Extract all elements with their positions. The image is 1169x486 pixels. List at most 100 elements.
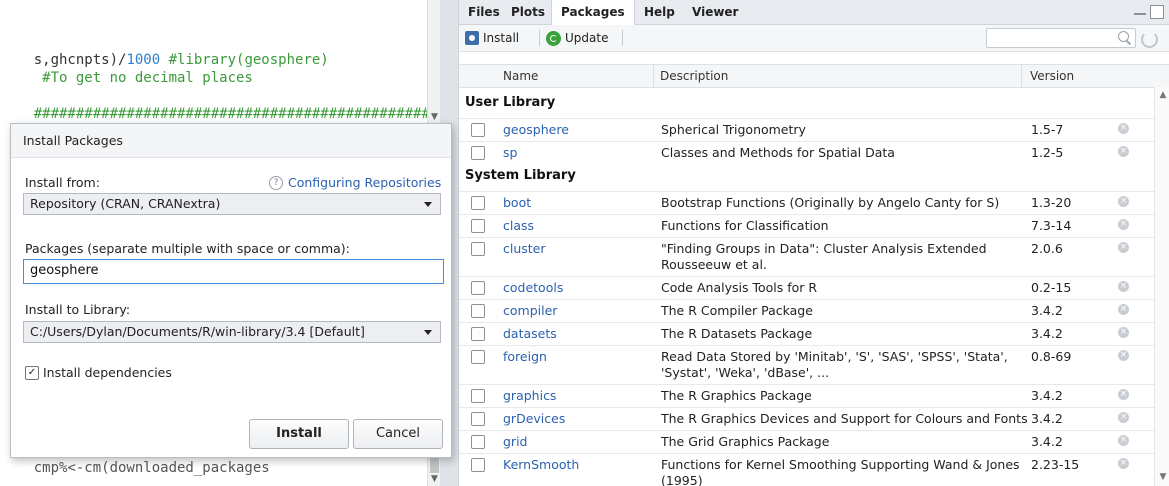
column-name-header[interactable]: Name: [503, 65, 538, 87]
remove-package-icon[interactable]: ×: [1118, 219, 1129, 230]
table-row[interactable]: geosphere Spherical Trigonometry 1.5-7 ×: [459, 118, 1154, 142]
table-row[interactable]: sp Classes and Methods for Spatial Data 1.…: [459, 141, 1154, 165]
column-version-header[interactable]: Version: [1021, 65, 1074, 87]
package-checkbox[interactable]: [471, 123, 485, 137]
code-text: cmp%<-cm(downloaded_packages: [33, 460, 270, 476]
package-name-link[interactable]: sp: [503, 145, 517, 160]
install-button-dialog[interactable]: Install: [249, 419, 349, 449]
library-select[interactable]: C:/Users/Dylan/Documents/R/win-library/3…: [23, 321, 441, 343]
cancel-button[interactable]: Cancel: [353, 419, 443, 449]
table-row[interactable]: grid The Grid Graphics Package 3.4.2 ×: [459, 430, 1154, 454]
table-row[interactable]: cluster "Finding Groups in Data": Cluster…: [459, 237, 1154, 277]
remove-package-icon[interactable]: ×: [1118, 458, 1129, 469]
package-description: Spherical Trigonometry: [661, 122, 806, 137]
package-checkbox[interactable]: [471, 146, 485, 160]
package-checkbox[interactable]: [471, 458, 485, 472]
package-checkbox[interactable]: [471, 196, 485, 210]
column-description-header[interactable]: Description: [653, 65, 728, 87]
scroll-down-icon[interactable]: ▼: [428, 112, 440, 122]
package-name-link[interactable]: datasets: [503, 326, 557, 341]
package-description: Code Analysis Tools for R: [661, 280, 818, 295]
package-search-input[interactable]: [986, 28, 1136, 48]
install-to-library-label: Install to Library:: [25, 302, 131, 317]
package-version: 3.4.2: [1031, 434, 1063, 449]
package-checkbox[interactable]: [471, 242, 485, 256]
remove-package-icon[interactable]: ×: [1118, 350, 1129, 361]
package-name-link[interactable]: compiler: [503, 303, 557, 318]
install-from-label: Install from:: [25, 175, 100, 190]
package-name-link[interactable]: class: [503, 218, 534, 233]
remove-package-icon[interactable]: ×: [1118, 146, 1129, 157]
package-name-link[interactable]: boot: [503, 195, 531, 210]
remove-package-icon[interactable]: ×: [1118, 412, 1129, 423]
remove-package-icon[interactable]: ×: [1118, 196, 1129, 207]
scroll-down-icon[interactable]: ▼: [428, 474, 440, 484]
table-row[interactable]: foreign Read Data Stored by 'Minitab', 'S…: [459, 345, 1154, 385]
table-scrollbar[interactable]: ▲ ▼: [1154, 87, 1169, 486]
table-row[interactable]: compiler The R Compiler Package 3.4.2 ×: [459, 299, 1154, 323]
package-name-link[interactable]: grDevices: [503, 411, 565, 426]
tab-packages[interactable]: Packages: [551, 0, 635, 25]
tab-plots[interactable]: Plots: [502, 0, 554, 24]
package-checkbox[interactable]: [471, 412, 485, 426]
remove-package-icon[interactable]: ×: [1118, 123, 1129, 134]
config-link-text[interactable]: Configuring Repositories: [288, 175, 441, 190]
tab-viewer[interactable]: Viewer: [683, 0, 747, 24]
package-description: The R Graphics Devices and Support for C…: [661, 411, 1028, 426]
package-name-link[interactable]: grid: [503, 434, 527, 449]
table-row[interactable]: class Functions for Classification 7.3-14 ×: [459, 214, 1154, 238]
package-version: 1.3-20: [1031, 195, 1072, 210]
maximize-icon[interactable]: [1150, 5, 1164, 19]
table-row[interactable]: KernSmooth Functions for Kernel Smoothing…: [459, 453, 1154, 486]
package-name-link[interactable]: foreign: [503, 349, 547, 364]
remove-package-icon[interactable]: ×: [1118, 281, 1129, 292]
table-row[interactable]: codetools Code Analysis Tools for R 0.2-15…: [459, 276, 1154, 300]
toolbar-divider: [622, 30, 623, 46]
remove-package-icon[interactable]: ×: [1118, 304, 1129, 315]
package-version: 2.0.6: [1031, 241, 1063, 256]
packages-input[interactable]: geosphere: [23, 259, 444, 284]
update-button[interactable]: Update: [546, 29, 608, 47]
package-description: The R Datasets Package: [661, 326, 813, 341]
install-dependencies-checkbox[interactable]: ✓ Install dependencies: [25, 365, 172, 380]
package-checkbox[interactable]: [471, 281, 485, 295]
package-checkbox[interactable]: [471, 435, 485, 449]
library-group-header: System Library: [465, 168, 576, 183]
remove-package-icon[interactable]: ×: [1118, 389, 1129, 400]
table-row[interactable]: boot Bootstrap Functions (Originally by A…: [459, 191, 1154, 215]
package-checkbox[interactable]: [471, 304, 485, 318]
package-name-link[interactable]: geosphere: [503, 122, 569, 137]
minimize-icon[interactable]: [1134, 5, 1146, 15]
packages-label: Packages (separate multiple with space o…: [25, 241, 350, 256]
tab-help[interactable]: Help: [635, 0, 684, 24]
scroll-up-icon[interactable]: ▲: [1155, 90, 1169, 100]
package-description: Bootstrap Functions (Originally by Angel…: [661, 195, 1000, 210]
package-name-link[interactable]: cluster: [503, 241, 546, 256]
table-row[interactable]: graphics The R Graphics Package 3.4.2 ×: [459, 384, 1154, 408]
library-value: C:/Users/Dylan/Documents/R/win-library/3…: [30, 324, 365, 339]
refresh-icon[interactable]: [1141, 31, 1158, 48]
package-name-link[interactable]: KernSmooth: [503, 457, 579, 472]
library-group-header: User Library: [465, 95, 556, 110]
package-name-link[interactable]: codetools: [503, 280, 563, 295]
install-from-value: Repository (CRAN, CRANextra): [30, 196, 221, 211]
package-checkbox[interactable]: [471, 327, 485, 341]
install-button[interactable]: Install: [465, 29, 519, 47]
remove-package-icon[interactable]: ×: [1118, 242, 1129, 253]
package-description: The R Graphics Package: [661, 388, 812, 403]
chevron-down-icon: [424, 202, 432, 207]
package-version: 7.3-14: [1031, 218, 1072, 233]
configuring-repositories-link[interactable]: ? Configuring Repositories: [269, 175, 441, 190]
package-checkbox[interactable]: [471, 219, 485, 233]
install-icon: [465, 31, 479, 45]
install-from-select[interactable]: Repository (CRAN, CRANextra): [23, 193, 441, 215]
package-checkbox[interactable]: [471, 389, 485, 403]
package-name-link[interactable]: graphics: [503, 388, 556, 403]
remove-package-icon[interactable]: ×: [1118, 435, 1129, 446]
table-row[interactable]: datasets The R Datasets Package 3.4.2 ×: [459, 322, 1154, 346]
remove-package-icon[interactable]: ×: [1118, 327, 1129, 338]
package-checkbox[interactable]: [471, 350, 485, 364]
scroll-down-icon[interactable]: ▼: [1155, 472, 1169, 482]
table-row[interactable]: grDevices The R Graphics Devices and Supp…: [459, 407, 1154, 431]
checkmark-icon[interactable]: ✓: [25, 365, 39, 380]
